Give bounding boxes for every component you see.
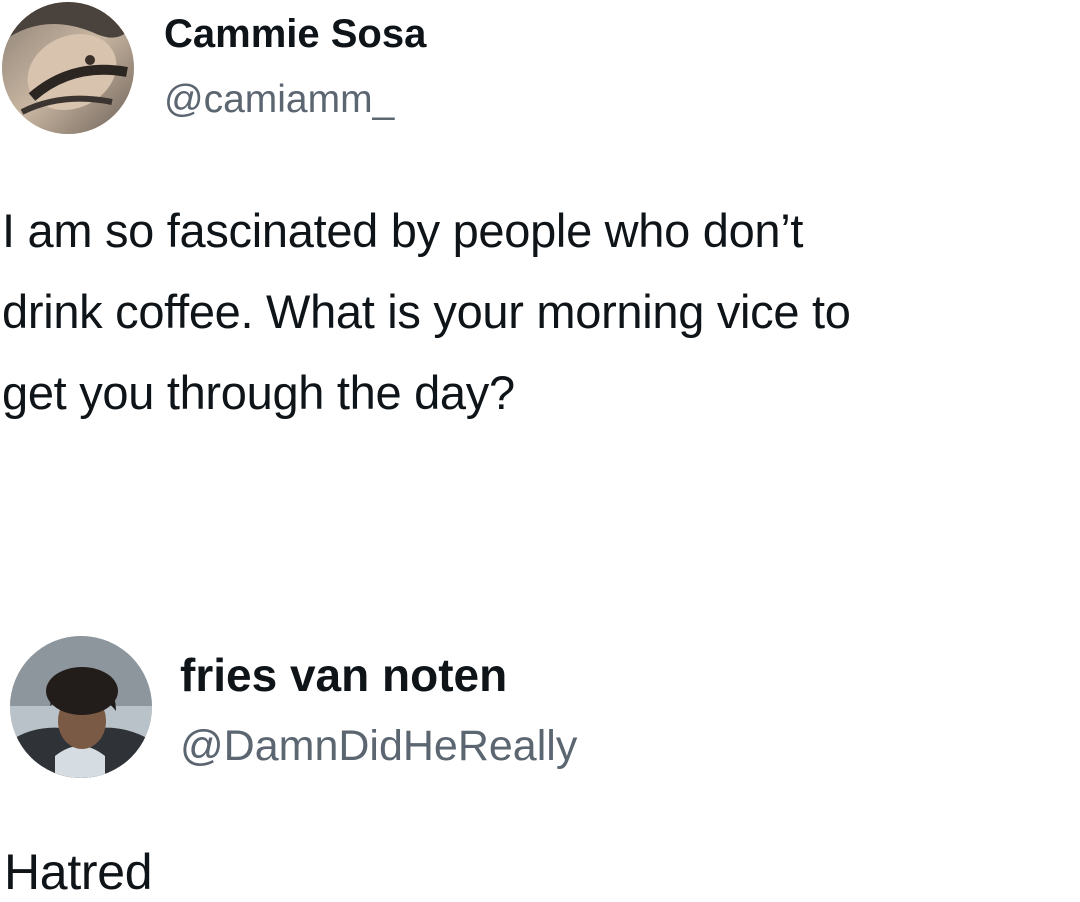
post-text-line: drink coffee. What is your morning vice … [2, 285, 851, 338]
profile-photo-icon [10, 636, 152, 778]
post-text: I am so fascinated by people who don’t d… [2, 190, 851, 433]
fries-van-noten-avatar[interactable] [10, 636, 152, 778]
author-display-name[interactable]: Cammie Sosa [164, 12, 426, 57]
profile-photo-icon [2, 2, 134, 134]
cammie-sosa-avatar[interactable] [2, 2, 134, 134]
author-handle[interactable]: @DamnDidHeReally [180, 722, 577, 771]
author-display-name[interactable]: fries van noten [180, 648, 507, 702]
post-text-line: I am so fascinated by people who don’t [2, 204, 804, 257]
reply-text: Hatred [4, 844, 153, 900]
post-text-line: get you through the day? [2, 366, 515, 419]
author-handle[interactable]: @camiamm_ [164, 78, 394, 122]
